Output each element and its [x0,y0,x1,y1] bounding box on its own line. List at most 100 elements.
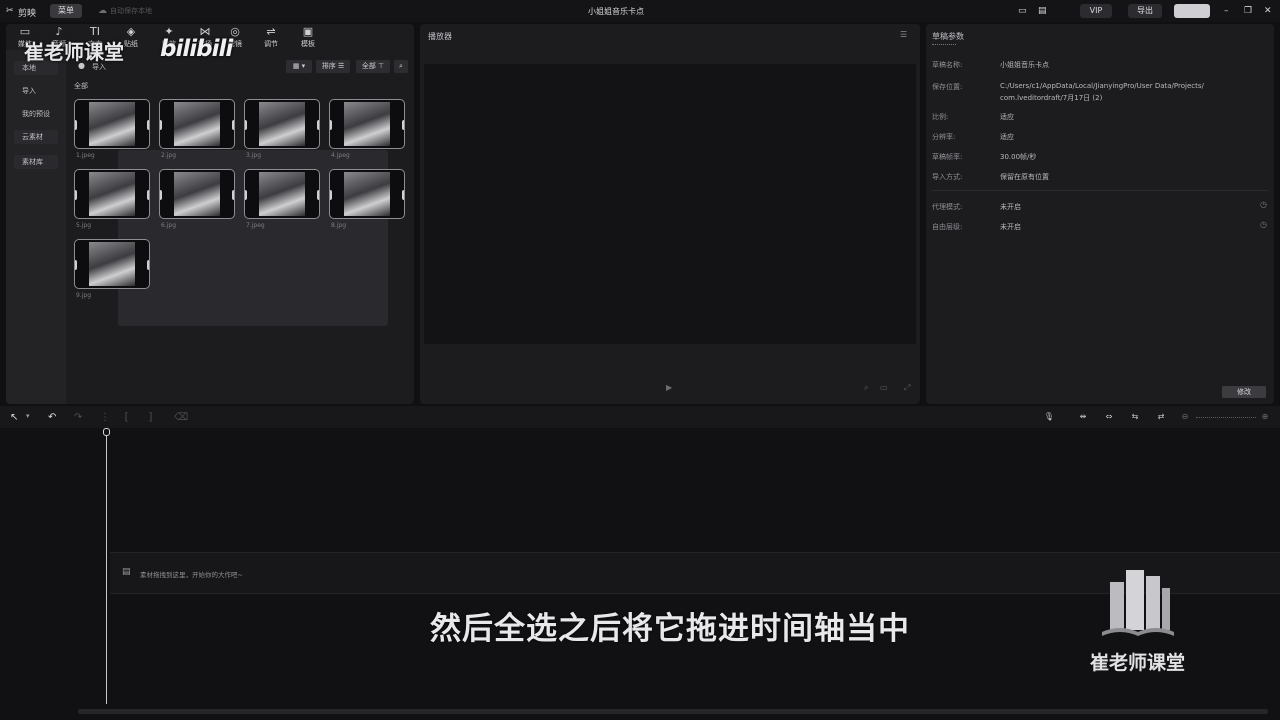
timeline-scrollbar[interactable] [78,709,1268,714]
vip-button[interactable]: VIP [1080,4,1112,18]
params-title: 草稿参数 [932,32,964,41]
filter-all-button[interactable]: 全部 ⊤ [356,60,390,73]
sidebar-item-presets[interactable]: 我的预设 [14,107,58,121]
play-icon[interactable]: ▶ [666,383,672,392]
media-name-5: 5.jpg [76,222,92,229]
media-sidebar [6,50,66,404]
sidebar-item-library[interactable]: 素材库 [14,155,58,169]
template-icon: ▣ [302,25,314,38]
param-label-location: 保存位置: [932,83,963,91]
params-tab-underline [932,44,956,45]
app-logo-icon: ✂ [6,6,14,16]
fullscreen-icon[interactable]: ⤢ [904,383,910,393]
layout-icon[interactable]: ▤ [1038,6,1047,16]
shortcut-icon[interactable]: ▭ [1018,6,1027,16]
menu-button[interactable]: 菜单 [50,4,82,18]
channel-logo-icon [1100,566,1176,640]
zoom-in-icon[interactable]: ⊕ [1258,412,1272,422]
preview-canvas [424,64,916,344]
param-value-fps: 30.00帧/秒 [1000,153,1037,161]
media-name-2: 2.jpg [161,152,177,159]
app-name: 剪映 [18,9,37,19]
proxy-info-icon[interactable]: ◷ [1260,200,1267,209]
title-bar: ✂ 剪映 菜单 ☁ 自动保存本地 小姐姐音乐卡点 ▭ ▤ VIP 导出 – ❐ … [0,0,1280,22]
modify-button[interactable]: 修改 [1222,386,1266,398]
param-value-proxy: 未开启 [1000,203,1021,211]
media-thumb-2[interactable] [159,99,235,149]
microphone-icon[interactable]: 🎙 [1042,412,1056,422]
select-tool-icon[interactable]: ↖ [10,412,18,423]
undo-icon[interactable]: ↶ [48,412,56,423]
media-thumb-1[interactable] [74,99,150,149]
layer-info-icon[interactable]: ◷ [1260,220,1267,229]
param-value-import: 保留在原有位置 [1000,173,1049,181]
param-label-resolution: 分辨率: [932,133,956,141]
media-thumb-4[interactable] [329,99,405,149]
playhead[interactable] [106,432,107,704]
media-thumb-6[interactable] [159,169,235,219]
channel-watermark: 崔老师课堂 [24,40,124,64]
param-value-ratio: 适应 [1000,113,1014,121]
split-right-icon[interactable]: ⟧ [148,412,153,423]
account-button[interactable] [1174,4,1210,18]
media-name-6: 6.jpg [161,222,177,229]
adjust-icon: ⇌ [266,25,276,38]
param-label-proxy: 代理模式: [932,203,963,211]
media-thumb-3[interactable] [244,99,320,149]
main-track-magnet-icon[interactable]: ⇹ [1076,412,1090,422]
channel-logo-text: 崔老师课堂 [1090,652,1186,674]
video-subtitle: 然后全选之后将它拖进时间轴当中 [430,611,910,647]
sort-button[interactable]: 排序 ☰ [316,60,350,73]
autosave-icon: ☁ [98,6,107,16]
redo-icon[interactable]: ↷ [74,412,82,423]
view-toggle-button[interactable]: ▦ ▾ [286,60,312,73]
params-divider [932,190,1268,191]
tool-template[interactable]: ▣ 模板 [293,25,323,49]
ratio-icon[interactable]: ▭ [880,383,888,392]
playhead-handle[interactable] [103,428,110,436]
media-name-7: 7.jpeg [246,222,265,229]
param-value-layer: 未开启 [1000,223,1021,231]
media-name-4: 4.jpeg [331,152,350,159]
param-label-name: 草稿名称: [932,61,963,69]
param-value-resolution: 适应 [1000,133,1014,141]
param-value-name: 小姐姐音乐卡点 [1000,61,1049,69]
split-left-icon[interactable]: ⟦ [124,412,129,423]
player-menu-icon[interactable]: ☰ [900,30,907,39]
delete-icon[interactable]: ⌫ [174,412,188,423]
search-icon[interactable]: ⌕ [394,60,408,73]
project-title: 小姐姐音乐卡点 [588,7,644,16]
param-label-import: 导入方式: [932,173,963,181]
split-icon[interactable]: ⋮ [100,412,110,423]
media-name-1: 1.jpeg [76,152,95,159]
linkage-icon[interactable]: ⇆ [1128,412,1142,422]
select-dropdown-icon[interactable]: ▾ [26,412,30,420]
restore-icon[interactable]: ❐ [1244,6,1252,16]
export-button[interactable]: 导出 [1128,4,1162,18]
param-value-location: C:/Users/c1/AppData/Local/JianyingPro/Us… [1000,82,1204,90]
param-value-location-2: com.lveditordraft/7月17日 (2) [1000,94,1103,102]
media-thumb-9[interactable] [74,239,150,289]
sidebar-item-import[interactable]: 导入 [14,84,58,98]
close-icon[interactable]: ✕ [1264,6,1272,16]
media-thumb-5[interactable] [74,169,150,219]
param-label-layer: 自由层级: [932,223,963,231]
zoom-out-icon[interactable]: ⊖ [1178,412,1192,422]
media-thumb-8[interactable] [329,169,405,219]
media-name-3: 3.jpg [246,152,262,159]
media-name-9: 9.jpg [76,292,92,299]
zoom-icon[interactable]: ⌕ [864,383,868,393]
sidebar-item-cloud[interactable]: 云素材 [14,130,58,144]
section-all-label: 全部 [74,82,88,90]
zoom-slider[interactable] [1196,417,1256,418]
params-panel [926,24,1274,404]
preview-axis-icon[interactable]: ⇄ [1154,412,1168,422]
media-thumb-7[interactable] [244,169,320,219]
media-name-8: 8.jpg [331,222,347,229]
track-hint: 素材拖拽到这里，开始你的大作吧~ [140,571,243,579]
minimize-icon[interactable]: – [1224,6,1229,16]
auto-snap-icon[interactable]: ⇔ [1102,412,1116,422]
bilibili-logo: bilibili [160,36,233,62]
tool-adjust[interactable]: ⇌ 调节 [256,25,286,49]
param-label-ratio: 比例: [932,113,949,121]
